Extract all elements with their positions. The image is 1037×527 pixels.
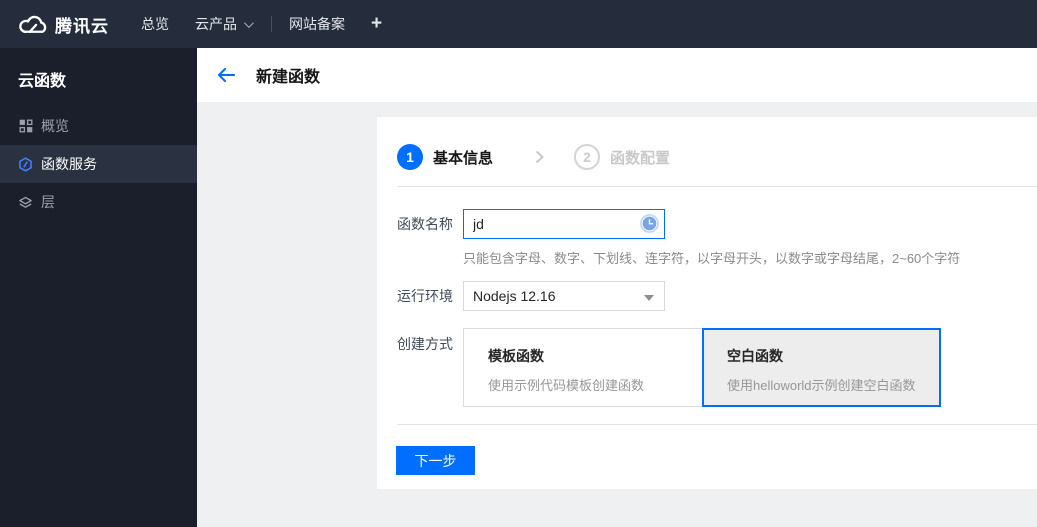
page-title: 新建函数: [256, 69, 321, 86]
sidebar-item-label: 层: [41, 194, 55, 210]
step-2-circle: 2: [574, 144, 601, 170]
method-card-blank-function[interactable]: 空白函数 使用helloworld示例创建空白函数: [702, 328, 941, 407]
sidebar-item-overview[interactable]: 概览: [0, 107, 197, 145]
nav-divider: [271, 16, 272, 32]
page-header: 新建函数: [197, 48, 1037, 102]
nav-icp-tab[interactable]: 网站备案: [289, 14, 345, 34]
sidebar: 云函数 概览 函数服务 层: [0, 48, 197, 527]
tencent-cloud-console: 腾讯云 总览 云产品 网站备案 + 云函数 概览 函数服务 层 新建函数 1 基…: [0, 0, 1037, 527]
content-area: 1 基本信息 2 函数配置 函数名称 jd 只能包含字母、数字、下划线、连字符，…: [197, 102, 1037, 527]
layers-icon: [18, 195, 33, 210]
step-indicator: 1 基本信息 2 函数配置: [397, 144, 670, 170]
top-navbar: 腾讯云 总览 云产品 网站备案 +: [0, 0, 1037, 48]
step-1-label: 基本信息: [433, 149, 494, 167]
creation-method-label: 创建方式: [397, 336, 453, 352]
function-name-input[interactable]: [463, 209, 665, 239]
next-step-button[interactable]: 下一步: [396, 446, 475, 475]
method-card-title: 空白函数: [727, 348, 783, 364]
method-card-desc: 使用示例代码模板创建函数: [488, 378, 645, 393]
sidebar-title: 云函数: [18, 73, 67, 90]
sidebar-item-label: 函数服务: [41, 156, 97, 172]
runtime-row: 运行环境 Nodejs 12.16: [397, 281, 665, 311]
nav-cloud-products[interactable]: 云产品: [195, 14, 254, 34]
function-name-row: 函数名称: [397, 209, 665, 239]
step-2-label: 函数配置: [610, 149, 671, 167]
creation-method-row: 创建方式 模板函数 使用示例代码模板创建函数 空白函数 使用helloworld…: [397, 328, 941, 407]
chevron-down-icon: [243, 17, 254, 28]
dropdown-caret-icon: [644, 295, 654, 301]
scf-hexagon-icon: [18, 156, 33, 172]
method-card-title: 模板函数: [488, 348, 544, 364]
brand-name: 腾讯云: [55, 16, 109, 36]
divider: [397, 186, 1037, 187]
sidebar-item-layers[interactable]: 层: [0, 183, 197, 221]
method-card-template-function[interactable]: 模板函数 使用示例代码模板创建函数: [463, 328, 702, 407]
sidebar-item-label: 概览: [41, 118, 69, 134]
function-name-help-text: 只能包含字母、数字、下划线、连字符，以字母开头，以数字或字母结尾，2~60个字符: [463, 251, 961, 266]
function-name-label: 函数名称: [397, 216, 453, 232]
divider: [397, 424, 1037, 425]
method-card-desc: 使用helloworld示例创建空白函数: [727, 378, 916, 393]
cloud-logo-icon: [18, 14, 47, 35]
runtime-label: 运行环境: [397, 288, 453, 304]
back-arrow-button[interactable]: [213, 62, 239, 88]
add-tab-button[interactable]: +: [371, 13, 382, 35]
runtime-select[interactable]: Nodejs 12.16: [463, 281, 665, 311]
sidebar-item-function-service[interactable]: 函数服务: [0, 145, 197, 183]
tencent-cloud-logo[interactable]: 腾讯云: [18, 12, 109, 37]
nav-overview[interactable]: 总览: [141, 14, 169, 34]
step-chevron-icon: [535, 150, 544, 164]
runtime-selected-value: Nodejs 12.16: [473, 288, 556, 304]
clock-ime-icon: [640, 214, 659, 233]
create-function-card: 1 基本信息 2 函数配置 函数名称 jd 只能包含字母、数字、下划线、连字符，…: [377, 117, 1037, 489]
grid-icon: [18, 119, 33, 134]
step-1-circle: 1: [397, 144, 423, 170]
